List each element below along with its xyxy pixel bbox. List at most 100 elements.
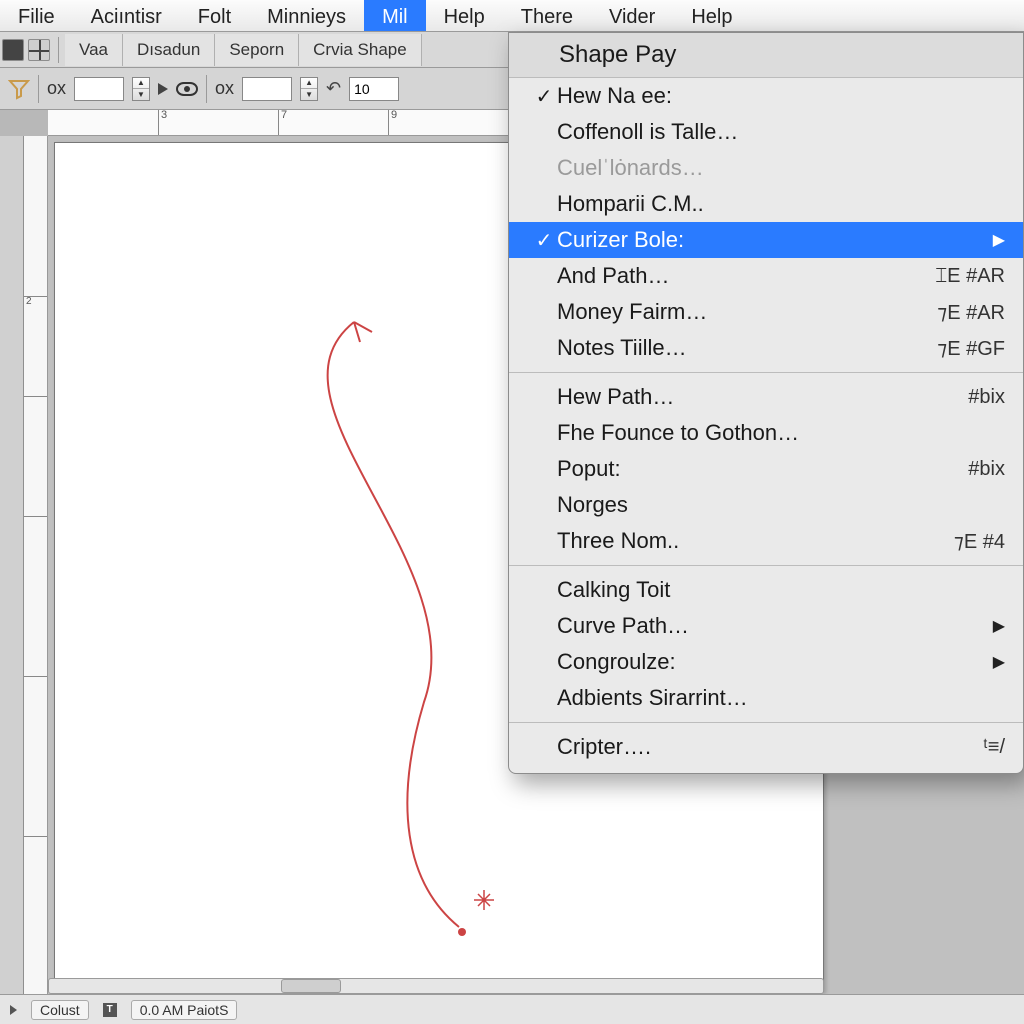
funnel-icon[interactable] (8, 78, 30, 100)
shortcut: ⁊E #GF (937, 336, 1005, 361)
submenu-arrow-icon: ▶ (993, 616, 1005, 636)
menu-item-label: Adbients Sirarrint… (557, 685, 1005, 711)
status-paiots[interactable]: 0.0 AM PaiotS (131, 1000, 238, 1020)
mi-cuellonards: Cuelˈlȯnards… (509, 150, 1023, 186)
t-icon[interactable]: T (103, 1003, 117, 1017)
mi-hew-path[interactable]: Hew Path… #bix (509, 379, 1023, 415)
num-field-3[interactable] (349, 77, 399, 101)
separator (206, 75, 207, 103)
palette-icon-1[interactable] (2, 39, 24, 61)
menu-separator (509, 565, 1023, 566)
ruler-tick (24, 396, 47, 397)
menu-item-label: Coffenoll is Talle… (557, 119, 1005, 145)
shortcut: ᵗ≡/ (983, 736, 1005, 759)
ruler-tick: 2 (24, 296, 47, 307)
ruler-tick (24, 516, 47, 517)
mi-cripter[interactable]: Cripter…. ᵗ≡/ (509, 729, 1023, 765)
ruler-left: 2 (24, 136, 48, 994)
toolbox[interactable] (0, 136, 24, 994)
mi-adbients-sirarrint[interactable]: Adbients Sirarrint… (509, 680, 1023, 716)
menu-mil[interactable]: Mil (364, 0, 426, 31)
menu-item-label: Norges (557, 492, 1005, 518)
menu-acintisr[interactable]: Aciıntisr (73, 0, 180, 31)
menu-help-2[interactable]: Help (673, 0, 750, 31)
check-icon: ✓ (531, 228, 557, 253)
menu-item-label: Cripter…. (557, 734, 983, 760)
ox-label-2: ox (215, 78, 234, 99)
tab-seporn[interactable]: Seporn (215, 34, 299, 66)
undo-icon[interactable]: ↶ (326, 78, 341, 99)
menu-help-1[interactable]: Help (426, 0, 503, 31)
menu-item-label: Money Fairm… (557, 299, 937, 325)
menubar: Filie Aciıntisr Folt Minnieys Mil Help T… (0, 0, 1024, 32)
ruler-tick: 7 (278, 110, 287, 135)
menu-filie[interactable]: Filie (0, 0, 73, 31)
menu-item-label: Calking Toit (557, 577, 1005, 603)
mi-congroulze[interactable]: Congroulze: ▶ (509, 644, 1023, 680)
status-bar: Colust T 0.0 AM PaiotS (0, 994, 1024, 1024)
mi-poput[interactable]: Poput: #bix (509, 451, 1023, 487)
mi-three-nom[interactable]: Three Nom.. ⁊E #4 (509, 523, 1023, 559)
ox-field-2[interactable] (242, 77, 292, 101)
menu-vider[interactable]: Vider (591, 0, 673, 31)
horizontal-scrollbar[interactable] (48, 978, 824, 994)
menu-item-label: Three Nom.. (557, 528, 954, 554)
mil-dropdown: Shape Pay ✓ Hew Na ee: Coffenoll is Tall… (508, 32, 1024, 774)
separator (58, 37, 59, 63)
play-icon[interactable] (158, 83, 168, 95)
mi-founce-gothon[interactable]: Fhe Founce to Gothon… (509, 415, 1023, 451)
menu-item-label: Poput: (557, 456, 968, 482)
spinner-2[interactable]: ▲▼ (300, 77, 318, 101)
dropdown-header: Shape Pay (509, 33, 1023, 78)
menu-item-label: Curizer Bole: (557, 227, 993, 253)
mi-homparii[interactable]: Homparii C.M.. (509, 186, 1023, 222)
ruler-tick: 3 (158, 110, 167, 135)
mi-calking-toit[interactable]: Calking Toit (509, 572, 1023, 608)
menu-there[interactable]: There (503, 0, 591, 31)
status-left-label: Colust (40, 1002, 80, 1018)
menu-minnieys[interactable]: Minnieys (249, 0, 364, 31)
tab-vaa[interactable]: Vaa (65, 34, 123, 66)
submenu-arrow-icon: ▶ (993, 652, 1005, 672)
menu-item-label: Notes Tiille… (557, 335, 937, 361)
ox-field-1[interactable] (74, 77, 124, 101)
tab-disadun[interactable]: Dısadun (123, 34, 215, 66)
scrollbar-thumb[interactable] (281, 979, 341, 993)
submenu-arrow-icon: ▶ (993, 230, 1005, 250)
menu-item-label: Homparii C.M.. (557, 191, 1005, 217)
ruler-tick: 9 (388, 110, 397, 135)
menu-item-label: Curve Path… (557, 613, 993, 639)
mi-and-path[interactable]: And Path… ⌶E #AR (509, 258, 1023, 294)
menu-item-label: Congroulze: (557, 649, 993, 675)
tab-crvia-shape[interactable]: Crvia Shape (299, 34, 422, 66)
mi-curve-path[interactable]: Curve Path… ▶ (509, 608, 1023, 644)
ruler-tick (24, 676, 47, 677)
palette-icon-grid[interactable] (28, 39, 50, 61)
mi-notes-tiille[interactable]: Notes Tiille… ⁊E #GF (509, 330, 1023, 366)
expand-icon[interactable] (10, 1005, 17, 1015)
menu-separator (509, 722, 1023, 723)
status-colust[interactable]: Colust (31, 1000, 89, 1020)
menu-folt[interactable]: Folt (180, 0, 249, 31)
separator (38, 75, 39, 103)
shortcut: ⁊E #4 (954, 529, 1005, 554)
shortcut: ⁊E #AR (937, 300, 1005, 325)
mi-norges[interactable]: Norges (509, 487, 1023, 523)
mi-coffenoll[interactable]: Coffenoll is Talle… (509, 114, 1023, 150)
ruler-tick (24, 836, 47, 837)
mi-curizer-bole[interactable]: ✓ Curizer Bole: ▶ (509, 222, 1023, 258)
menu-item-label: Hew Na ee: (557, 83, 1005, 109)
menu-separator (509, 372, 1023, 373)
mi-money-fairm[interactable]: Money Fairm… ⁊E #AR (509, 294, 1023, 330)
menu-item-label: Hew Path… (557, 384, 968, 410)
spinner-1[interactable]: ▲▼ (132, 77, 150, 101)
shortcut: #bix (968, 386, 1005, 409)
shortcut: ⌶E #AR (935, 265, 1005, 288)
menu-item-label: And Path… (557, 263, 935, 289)
eye-icon[interactable] (176, 82, 198, 96)
mi-hew-na-ee[interactable]: ✓ Hew Na ee: (509, 78, 1023, 114)
menu-item-label: Cuelˈlȯnards… (557, 155, 1005, 181)
shortcut: #bix (968, 458, 1005, 481)
ox-label-1: ox (47, 78, 66, 99)
menu-item-label: Fhe Founce to Gothon… (557, 420, 1005, 446)
